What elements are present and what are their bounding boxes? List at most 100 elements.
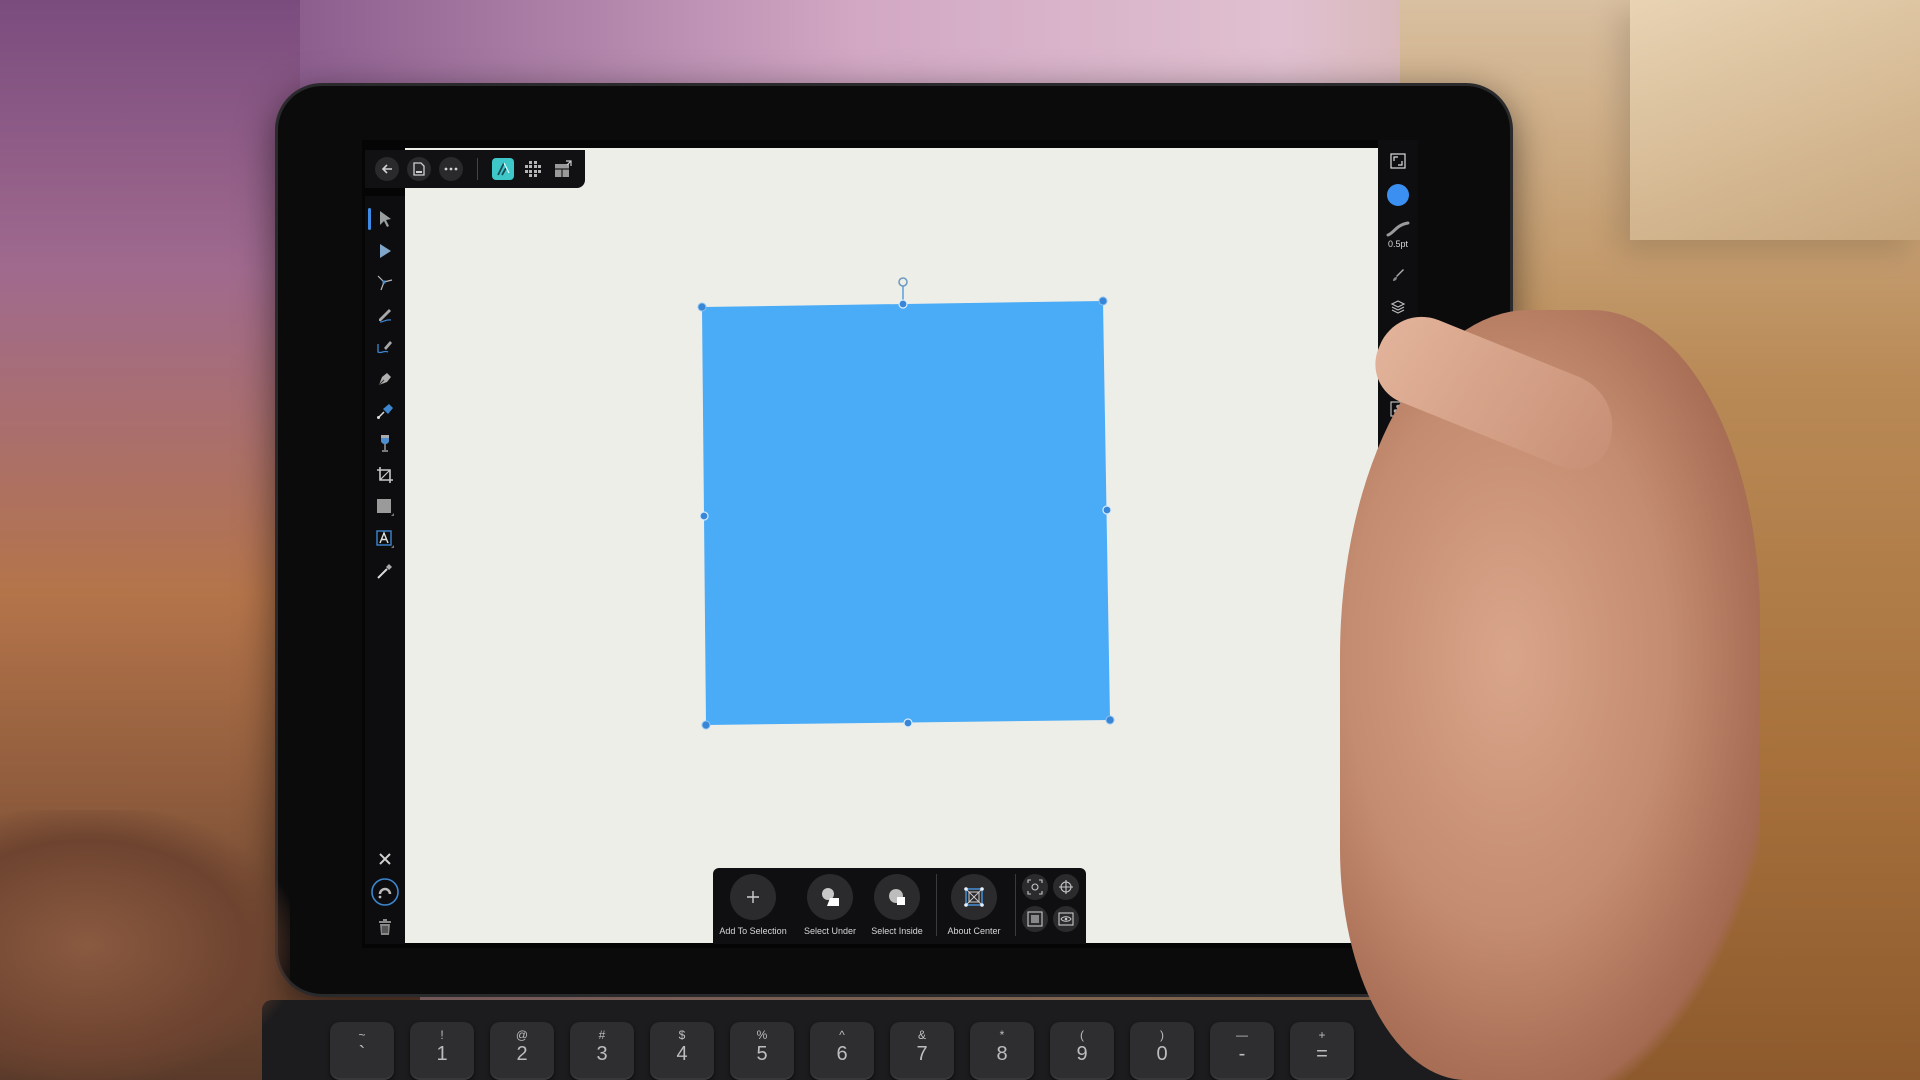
keyboard-key[interactable]: * 8: [970, 1022, 1034, 1080]
color-studio-button[interactable]: [1378, 180, 1418, 210]
text-studio-button[interactable]: a 12pt: [1378, 428, 1418, 466]
close-button[interactable]: [365, 844, 405, 874]
keyboard-key[interactable]: % 5: [730, 1022, 794, 1080]
keyboard-key[interactable]: ^ 6: [810, 1022, 874, 1080]
crosshair-icon: [1059, 880, 1073, 894]
keyboard-key[interactable]: #3: [570, 1022, 634, 1080]
pencil-tool[interactable]: [365, 300, 405, 330]
selection-handle-bottom-right[interactable]: [1105, 715, 1115, 725]
select-inside-label: Select Inside: [871, 926, 923, 936]
preview-button[interactable]: [1053, 906, 1079, 932]
toolbar-divider: [477, 158, 478, 180]
wine-glass-icon: [381, 435, 389, 452]
snapping-button[interactable]: [365, 877, 405, 907]
move-tool[interactable]: [365, 204, 405, 234]
key-shift-label: &: [917, 1028, 926, 1042]
brush-curve-icon: [377, 341, 392, 354]
export-persona-button[interactable]: [552, 158, 574, 180]
key-main-label: 0: [1156, 1043, 1168, 1065]
node-tool[interactable]: [365, 236, 405, 266]
selection-handle-top-center[interactable]: [898, 299, 908, 309]
selection-handle-top-right[interactable]: [1098, 296, 1108, 306]
keyboard-key[interactable]: & 7: [890, 1022, 954, 1080]
styles-studio-button[interactable]: [1378, 394, 1418, 424]
rotation-handle[interactable]: [898, 277, 908, 287]
rectangle-tool[interactable]: [365, 492, 405, 522]
pixel-persona-button[interactable]: [522, 158, 544, 180]
tools-panel: [365, 196, 405, 944]
key-main-label: `: [358, 1043, 366, 1065]
document-button[interactable]: [407, 157, 431, 181]
blue-rectangle[interactable]: [702, 301, 1110, 725]
key-shift-label: $: [678, 1028, 686, 1042]
keyboard-key[interactable]: @2: [490, 1022, 554, 1080]
node-arrow-icon: [380, 244, 391, 258]
key-shift-label: ^: [839, 1028, 845, 1042]
pen-tool[interactable]: [365, 364, 405, 394]
crop-icon: [377, 467, 393, 483]
add-to-selection-button[interactable]: Add To Selection: [719, 874, 787, 936]
keyboard-key[interactable]: — -: [1210, 1022, 1274, 1080]
close-icon: [379, 853, 391, 865]
transform-center-icon: [964, 887, 984, 907]
eyedropper-icon: [377, 564, 392, 579]
vector-brush-tool[interactable]: [365, 332, 405, 362]
more-button[interactable]: [439, 157, 463, 181]
designer-persona-button[interactable]: [492, 158, 514, 180]
key-main-label: 5: [756, 1043, 768, 1065]
select-inside-button[interactable]: Select Inside: [867, 874, 927, 936]
pixel-grid-icon: [525, 161, 541, 177]
square-shape-icon: [377, 499, 394, 516]
fullscreen-icon: [1390, 153, 1406, 169]
selection-handle-bottom-left[interactable]: [701, 720, 711, 730]
layers-icon: [1390, 300, 1406, 314]
key-main-label: 9: [1076, 1043, 1088, 1065]
color-swatch-icon: [1387, 184, 1409, 206]
transform-studio-button[interactable]: [1378, 472, 1418, 502]
selection-handle-top-left[interactable]: [697, 302, 707, 312]
key-shift-label: ~: [358, 1028, 366, 1042]
corner-tool-icon: [377, 275, 393, 291]
key-shift-label: #: [598, 1028, 606, 1042]
crop-tool[interactable]: [365, 460, 405, 490]
keyboard-key[interactable]: + =: [1290, 1022, 1354, 1080]
select-under-icon: [822, 888, 839, 906]
transparency-tool[interactable]: [365, 428, 405, 458]
keyboard-key[interactable]: ~ `: [330, 1022, 394, 1080]
stroke-studio-button[interactable]: 0.5pt: [1378, 214, 1418, 256]
color-picker-tool[interactable]: [365, 556, 405, 586]
affinity-designer-logo: [497, 162, 510, 176]
delete-button[interactable]: [365, 912, 405, 942]
selection-handle-middle-left[interactable]: [699, 511, 709, 521]
text-frame-icon: [376, 530, 394, 548]
layers-studio-button[interactable]: [1378, 292, 1418, 322]
context-divider: [936, 874, 937, 936]
ellipsis-icon: [444, 167, 458, 171]
effects-studio-button[interactable]: ƒ: [1378, 362, 1418, 392]
about-center-button[interactable]: About Center: [939, 874, 1009, 936]
brushes-studio-button[interactable]: [1378, 260, 1418, 290]
keyboard-key[interactable]: $4: [650, 1022, 714, 1080]
navigator-studio-button[interactable]: [1378, 504, 1418, 534]
key-shift-label: @: [515, 1028, 529, 1042]
plus-icon: [747, 891, 759, 903]
bounding-box-icon: [1027, 911, 1043, 927]
keyboard-key[interactable]: ) 0: [1130, 1022, 1194, 1080]
selection-handle-middle-right[interactable]: [1102, 505, 1112, 515]
artistic-text-tool[interactable]: [365, 524, 405, 554]
top-toolbar: [365, 150, 585, 188]
selection-handle-bottom-center[interactable]: [903, 718, 913, 728]
crosshair-button[interactable]: [1053, 874, 1079, 900]
keyboard-key[interactable]: (9: [1050, 1022, 1114, 1080]
fullscreen-button[interactable]: [1378, 148, 1418, 174]
transform-origin-button[interactable]: [1022, 874, 1048, 900]
eye-frame-icon: [1058, 912, 1074, 926]
keyboard-key[interactable]: ! 1: [410, 1022, 474, 1080]
styles-icon: [1390, 401, 1406, 417]
add-to-selection-label: Add To Selection: [719, 926, 787, 936]
corner-tool[interactable]: [365, 268, 405, 298]
fill-tool[interactable]: [365, 396, 405, 426]
back-button[interactable]: [375, 157, 399, 181]
select-under-button[interactable]: Select Under: [800, 874, 860, 936]
bounding-box-button[interactable]: [1022, 906, 1048, 932]
